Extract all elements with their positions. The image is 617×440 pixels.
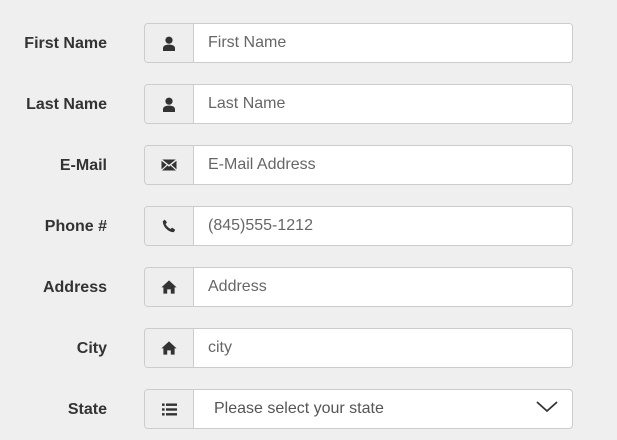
state-select-value: Please select your state xyxy=(214,400,384,417)
address-input-group xyxy=(144,267,573,307)
first-name-row: First Name xyxy=(0,23,617,65)
envelope-icon xyxy=(145,146,194,184)
user-icon xyxy=(145,85,194,123)
state-label: State xyxy=(67,401,107,418)
phone-row: Phone # xyxy=(0,206,617,248)
last-name-label: Last Name xyxy=(26,96,107,113)
home-icon xyxy=(145,329,194,367)
address-label: Address xyxy=(42,279,107,296)
city-row: City xyxy=(0,328,617,370)
contact-form: First Name Last Name E-Mail xyxy=(0,0,617,440)
state-select-group: Please select your state xyxy=(144,389,573,429)
last-name-input[interactable] xyxy=(194,85,572,123)
address-row: Address xyxy=(0,267,617,309)
first-name-input-group xyxy=(144,23,573,63)
home-icon xyxy=(145,268,194,306)
phone-icon xyxy=(145,207,194,245)
city-input-group xyxy=(144,328,573,368)
address-input[interactable] xyxy=(194,268,572,306)
last-name-row: Last Name xyxy=(0,84,617,126)
chevron-down-icon xyxy=(536,400,558,418)
phone-label: Phone # xyxy=(44,218,107,235)
email-input-group xyxy=(144,145,573,185)
phone-input-group xyxy=(144,206,573,246)
first-name-label: First Name xyxy=(24,35,107,52)
list-icon xyxy=(145,390,194,428)
phone-input[interactable] xyxy=(194,207,572,245)
state-select[interactable]: Please select your state xyxy=(194,390,572,428)
email-input[interactable] xyxy=(194,146,572,184)
last-name-input-group xyxy=(144,84,573,124)
city-label: City xyxy=(76,340,107,357)
email-row: E-Mail xyxy=(0,145,617,187)
first-name-input[interactable] xyxy=(194,24,572,62)
state-row: State Please select your state xyxy=(0,389,617,431)
user-icon xyxy=(145,24,194,62)
city-input[interactable] xyxy=(194,329,572,367)
email-label: E-Mail xyxy=(59,157,107,174)
